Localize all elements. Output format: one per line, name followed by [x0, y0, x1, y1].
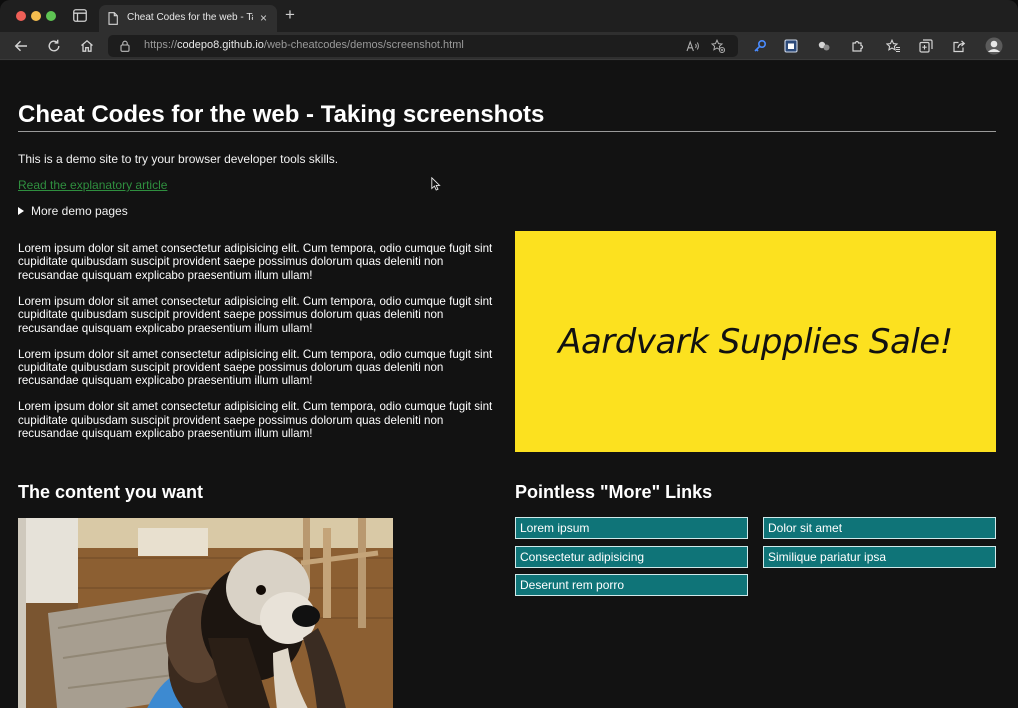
favorites-icon[interactable] — [884, 37, 902, 55]
lorem-paragraph: Lorem ipsum dolor sit amet consectetur a… — [18, 400, 493, 441]
home-icon[interactable] — [78, 37, 96, 55]
extension-icon[interactable] — [815, 37, 833, 55]
close-window-button[interactable] — [16, 11, 26, 21]
back-icon[interactable] — [12, 37, 30, 55]
tab-actions-icon[interactable] — [73, 9, 87, 22]
page-icon — [108, 12, 118, 25]
profile-avatar[interactable] — [985, 37, 1003, 55]
ad-text: Aardvark Supplies Sale! — [558, 321, 953, 362]
read-aloud-icon[interactable] — [686, 39, 700, 53]
more-demo-pages-toggle[interactable]: More demo pages — [18, 204, 128, 218]
dog-photo — [18, 518, 393, 708]
tab-title: Cheat Codes for the web - Taking screens… — [127, 12, 253, 23]
dog-photo-illustration — [18, 518, 393, 708]
url-host: codepo8.github.io — [177, 39, 264, 51]
refresh-icon[interactable] — [45, 37, 63, 55]
more-link[interactable]: Similique pariatur ipsa — [763, 546, 996, 568]
disclosure-triangle-icon — [18, 207, 24, 215]
tab-close-icon[interactable]: × — [260, 11, 267, 25]
new-tab-icon[interactable]: + — [285, 6, 295, 24]
web-page: Cheat Codes for the web - Taking screens… — [0, 61, 1018, 708]
favorite-add-icon[interactable] — [711, 39, 725, 53]
more-link[interactable]: Dolor sit amet — [763, 517, 996, 539]
mouse-cursor-icon — [431, 177, 441, 191]
browser-window: Cheat Codes for the web - Taking screens… — [0, 0, 1018, 708]
ad-banner[interactable]: Aardvark Supplies Sale! — [515, 231, 996, 452]
collections-icon[interactable] — [917, 37, 935, 55]
browser-toolbar: https://codepo8.github.io/web-cheatcodes… — [0, 32, 1018, 60]
article-link[interactable]: Read the explanatory article — [18, 178, 167, 192]
intro-text: This is a demo site to try your browser … — [18, 152, 339, 166]
more-link[interactable]: Deserunt rem porro — [515, 574, 748, 596]
lorem-paragraph: Lorem ipsum dolor sit amet consectetur a… — [18, 347, 493, 388]
more-demo-pages-label: More demo pages — [31, 204, 128, 218]
share-icon[interactable] — [950, 37, 968, 55]
url-scheme: https:// — [144, 39, 178, 51]
lock-icon[interactable] — [120, 40, 130, 52]
extensions-puzzle-icon[interactable] — [848, 37, 866, 55]
tab-active[interactable]: Cheat Codes for the web - Taking screens… — [99, 5, 277, 32]
more-link[interactable]: Lorem ipsum — [515, 517, 748, 539]
more-links-heading: Pointless "More" Links — [515, 482, 713, 502]
extension-screenshot-icon[interactable] — [782, 37, 800, 55]
address-bar[interactable]: https://codepo8.github.io/web-cheatcodes… — [108, 35, 738, 57]
password-manager-icon[interactable] — [751, 37, 769, 55]
content-heading: The content you want — [18, 482, 204, 502]
lorem-column: Lorem ipsum dolor sit amet consectetur a… — [18, 242, 496, 453]
page-title: Cheat Codes for the web - Taking screens… — [18, 100, 996, 132]
lorem-paragraph: Lorem ipsum dolor sit amet consectetur a… — [18, 242, 493, 282]
maximize-window-button[interactable] — [46, 11, 56, 21]
url-text[interactable]: https://codepo8.github.io/web-cheatcodes… — [144, 39, 464, 51]
tab-bar: Cheat Codes for the web - Taking screens… — [0, 0, 1018, 32]
more-link[interactable]: Consectetur adipisicing — [515, 546, 748, 568]
lorem-paragraph: Lorem ipsum dolor sit amet consectetur a… — [18, 294, 493, 335]
url-path: /web-cheatcodes/demos/screenshot.html — [263, 39, 464, 51]
minimize-window-button[interactable] — [31, 11, 41, 21]
